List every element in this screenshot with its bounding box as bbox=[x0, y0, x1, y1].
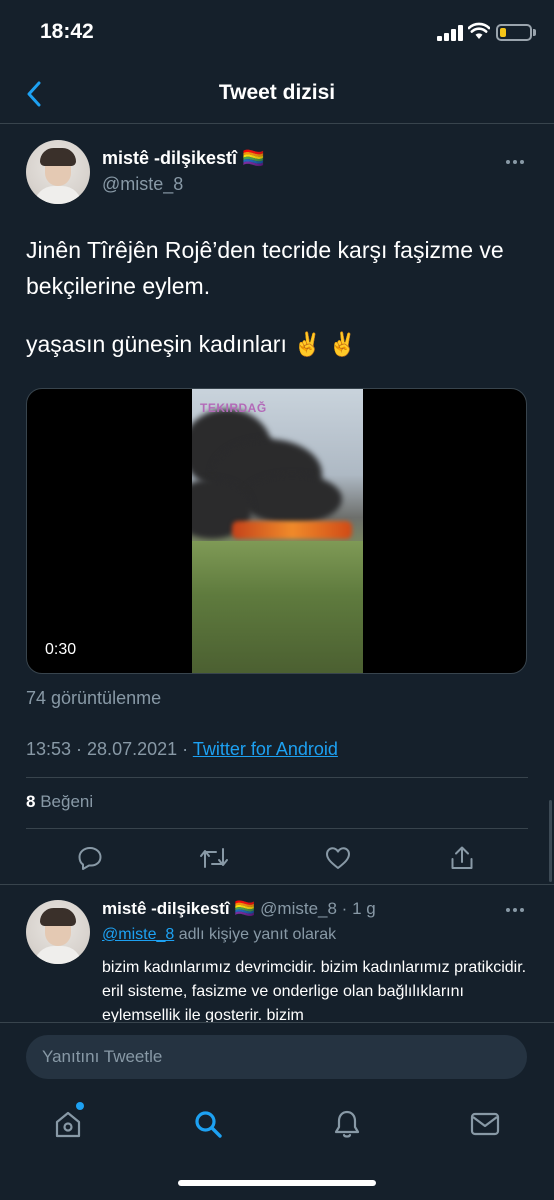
video-player[interactable]: TEKIRDAĞ 0:30 bbox=[26, 388, 527, 674]
replying-to: @miste_8 adlı kişiye yanıt olarak bbox=[102, 926, 336, 944]
replying-to-label: adlı kişiye yanıt olarak bbox=[174, 926, 337, 943]
battery-level bbox=[500, 28, 506, 37]
home-icon bbox=[55, 1111, 81, 1138]
share-icon bbox=[451, 846, 473, 869]
home-indicator bbox=[178, 1180, 376, 1186]
mention-link[interactable]: @miste_8 bbox=[102, 926, 174, 943]
share-button[interactable] bbox=[442, 838, 482, 878]
nav-header: Tweet dizisi bbox=[0, 64, 554, 124]
tab-home[interactable] bbox=[48, 1104, 88, 1144]
video-thumbnail: TEKIRDAĞ bbox=[192, 389, 363, 673]
more-options-button[interactable] bbox=[500, 152, 530, 172]
tab-bar bbox=[0, 1094, 554, 1200]
likes-label: Beğeni bbox=[35, 792, 94, 811]
timestamp: 13:53 · 28.07.2021 · bbox=[26, 739, 193, 759]
tweet-actions bbox=[0, 838, 554, 878]
mail-icon bbox=[470, 1112, 500, 1136]
tab-notifications[interactable] bbox=[327, 1104, 367, 1144]
more-icon bbox=[506, 160, 510, 164]
reply-button[interactable] bbox=[70, 838, 110, 878]
reply-icon bbox=[78, 847, 102, 870]
tab-messages[interactable] bbox=[465, 1104, 505, 1144]
heart-icon bbox=[326, 847, 350, 869]
reply-header: mistê -dilşikestî 🏳️‍🌈 @miste_8 · 1 g bbox=[102, 899, 376, 919]
reply-avatar[interactable] bbox=[26, 900, 90, 964]
tweet-text: Jinên Tîrêjên Rojê’den tecride karşı faş… bbox=[26, 237, 504, 299]
tweet-text-line-2: yaşasın güneşin kadınları ✌️ ✌️ bbox=[26, 331, 357, 357]
source-link[interactable]: Twitter for Android bbox=[193, 739, 338, 759]
tab-search[interactable] bbox=[188, 1104, 228, 1144]
reply-author-name[interactable]: mistê -dilşikestî 🏳️‍🌈 bbox=[102, 899, 255, 918]
battery-icon bbox=[496, 24, 532, 41]
like-button[interactable] bbox=[318, 838, 358, 878]
section-divider bbox=[0, 884, 554, 885]
reply-more-options-button[interactable] bbox=[500, 900, 530, 920]
video-overlay-label: TEKIRDAĞ bbox=[200, 401, 267, 415]
video-duration: 0:30 bbox=[45, 641, 77, 658]
view-count: 74 görüntülenme bbox=[26, 688, 162, 708]
compose-bar: Yanıtını Tweetle bbox=[0, 1022, 554, 1094]
reply-handle-time: @miste_8 · 1 g bbox=[255, 899, 376, 918]
wifi-icon bbox=[468, 22, 490, 39]
reply-text: bizim kadınlarımız devrimcidir. bizim ka… bbox=[102, 959, 527, 1022]
likes-count[interactable]: 8 Beğeni bbox=[26, 792, 93, 812]
new-tweets-dot bbox=[76, 1102, 84, 1110]
tweet-meta: 13:53 · 28.07.2021 · Twitter for Android bbox=[26, 739, 338, 760]
retweet-button[interactable] bbox=[194, 838, 234, 878]
search-icon bbox=[195, 1111, 222, 1138]
battery-tip bbox=[533, 29, 536, 36]
author-name[interactable]: mistê -dilşikestî 🏳️‍🌈 bbox=[102, 148, 264, 169]
author-handle[interactable]: @miste_8 bbox=[102, 174, 183, 195]
status-bar: 18:42 bbox=[0, 0, 554, 64]
bell-icon bbox=[334, 1110, 360, 1138]
retweet-icon bbox=[200, 848, 228, 868]
cellular-signal-icon bbox=[437, 25, 463, 41]
avatar[interactable] bbox=[26, 140, 90, 204]
reply-input-placeholder: Yanıtını Tweetle bbox=[42, 1047, 163, 1066]
page-title: Tweet dizisi bbox=[218, 81, 336, 104]
scrollbar[interactable] bbox=[549, 800, 552, 882]
reply-input[interactable]: Yanıtını Tweetle bbox=[26, 1035, 527, 1079]
more-icon bbox=[506, 908, 510, 912]
divider bbox=[26, 777, 528, 778]
status-time: 18:42 bbox=[40, 20, 94, 43]
divider bbox=[26, 828, 528, 829]
